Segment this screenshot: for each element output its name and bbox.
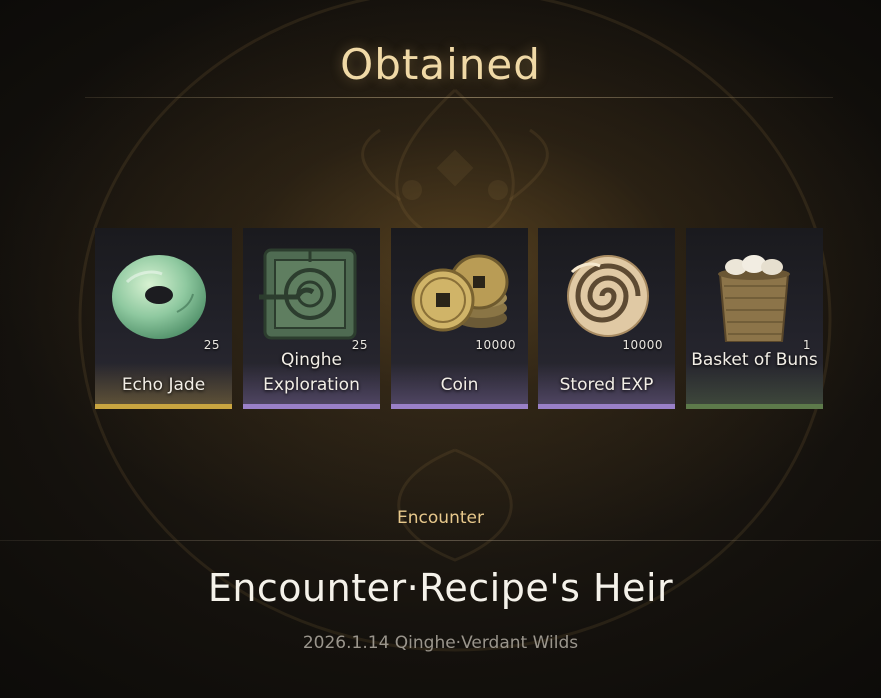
rarity-bar — [243, 404, 380, 409]
map-tile-icon — [259, 248, 357, 340]
coin-stack-icon — [411, 254, 509, 332]
reward-item-echo-jade[interactable]: 25 Echo Jade — [95, 228, 232, 409]
page-title: Obtained — [340, 40, 541, 89]
rarity-bar — [391, 404, 528, 409]
item-quantity: 10000 — [622, 338, 663, 352]
item-quantity: 25 — [203, 338, 220, 352]
event-meta: 2026.1.14 Qinghe·Verdant Wilds — [302, 633, 579, 653]
reward-item-qinghe-exploration[interactable]: 25 Qinghe Exploration — [243, 228, 380, 409]
reward-list: 25 Echo Jade 25 Qinghe Exploration 10000… — [95, 228, 825, 409]
title-divider — [85, 97, 833, 98]
spiral-jade-icon — [567, 255, 649, 337]
event-category: Encounter — [397, 508, 484, 528]
item-name: Qinghe Exploration — [263, 350, 360, 395]
item-name: Stored EXP — [559, 375, 654, 395]
rarity-bar — [538, 404, 675, 409]
reward-item-coin[interactable]: 10000 Coin — [391, 228, 528, 409]
item-quantity: 10000 — [475, 338, 516, 352]
rarity-bar — [95, 404, 232, 409]
reward-item-stored-exp[interactable]: 10000 Stored EXP — [538, 228, 675, 409]
item-name: Basket of Buns — [691, 350, 818, 370]
bun-basket-icon — [718, 255, 790, 342]
section-divider — [0, 540, 881, 541]
rarity-bar — [686, 404, 823, 409]
reward-screen: Obtained 25 Echo Jade 25 Qinghe Explorat… — [0, 0, 881, 698]
reward-item-basket-of-buns[interactable]: 1 Basket of Buns — [686, 228, 823, 409]
item-name: Echo Jade — [121, 375, 206, 395]
jade-ring-icon — [112, 255, 206, 339]
event-title: Encounter·Recipe's Heir — [207, 566, 674, 610]
item-name: Coin — [440, 375, 479, 395]
